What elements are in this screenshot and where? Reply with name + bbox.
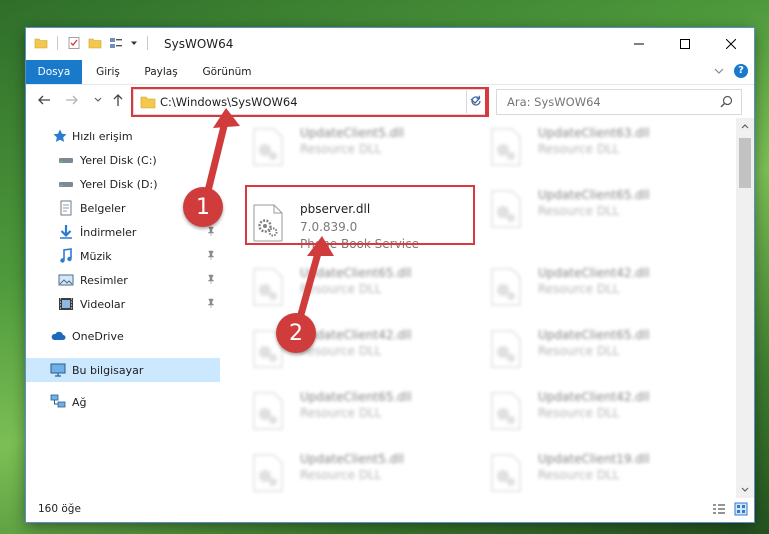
arrow-to-file: [296, 242, 324, 322]
step-marker-1: 1: [183, 187, 223, 227]
arrow-head: [213, 108, 240, 128]
arrow-to-address-bar: [203, 114, 230, 199]
annotation-arrows: [203, 108, 334, 322]
arrow-head: [307, 236, 334, 256]
step-marker-2: 2: [276, 313, 316, 353]
